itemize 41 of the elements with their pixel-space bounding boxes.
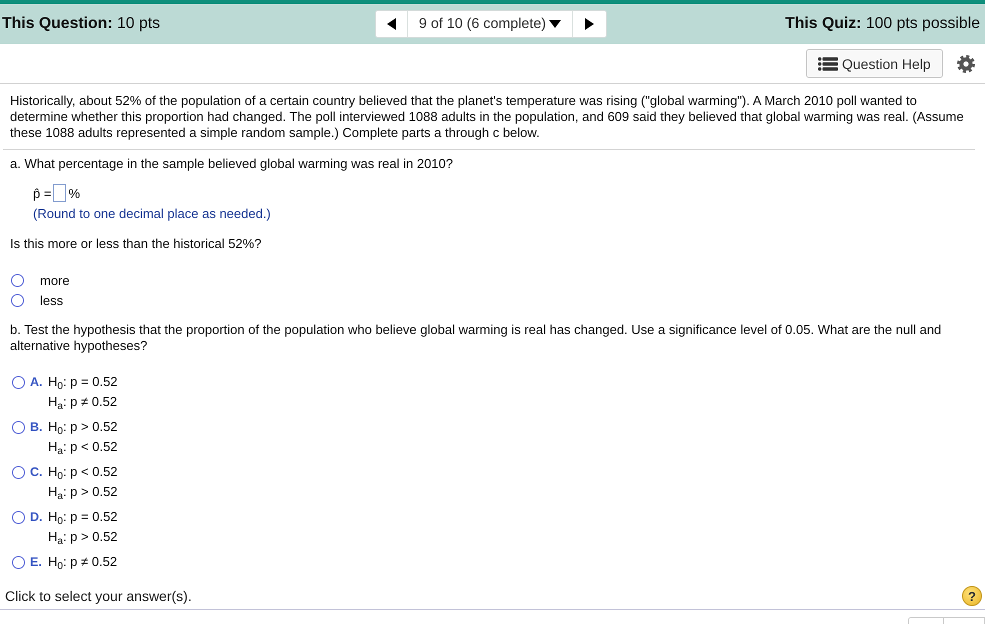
option-letter[interactable]: A. xyxy=(30,372,48,392)
hypothesis-text[interactable]: H$_{a}$: p < 0.52 xyxy=(48,437,118,457)
option-letter[interactable]: B. xyxy=(30,417,48,437)
hypothesis-text[interactable]: H$_{a}$: p > 0.52 xyxy=(48,527,118,547)
instruction-text: Click to select your answer(s). xyxy=(5,588,192,604)
triangle-left-icon xyxy=(387,18,396,30)
settings-icon[interactable] xyxy=(957,54,975,72)
part-a-followup: Is this more or less than the historical 52%? xyxy=(10,236,262,251)
quiz-points: This Quiz: 100 pts possible xyxy=(785,15,980,33)
hypothesis-text[interactable]: H$_{0}$: p ≠ 0.52 xyxy=(48,552,118,572)
rounding-hint: (Round to one decimal place as needed.) xyxy=(33,206,272,222)
p-hat-label: p̂ = xyxy=(33,186,52,200)
part-a-question: a. What percentage in the sample believed global warming was real in 2010? xyxy=(10,156,454,171)
help-button[interactable]: ? xyxy=(962,586,982,606)
option-label[interactable]: less xyxy=(40,292,64,308)
option-letter[interactable]: D. xyxy=(30,507,48,527)
radio-button[interactable] xyxy=(11,294,24,306)
hypothesis-text[interactable]: H$_{0}$: p < 0.52 xyxy=(48,462,118,482)
option-letter[interactable]: E. xyxy=(30,552,48,572)
radio-button[interactable] xyxy=(12,376,25,389)
list-icon xyxy=(818,56,838,70)
percent-sign: % xyxy=(68,186,80,200)
radio-button[interactable] xyxy=(12,556,25,569)
radio-button[interactable] xyxy=(11,274,24,286)
option-label[interactable]: more xyxy=(40,272,70,288)
radio-button[interactable] xyxy=(12,421,25,434)
triangle-right-icon xyxy=(585,18,594,30)
radio-button[interactable] xyxy=(12,511,25,524)
radio-button[interactable] xyxy=(12,466,25,479)
part-b-question: b. Test the hypothesis that the proportion of the population who believe global warming is real has changed. Use a significance level of 0.05. What are the null and alternative hypotheses? xyxy=(10,322,942,354)
hypothesis-text[interactable]: H$_{a}$: p > 0.52 xyxy=(48,482,118,502)
question-help-button[interactable]: Question Help xyxy=(806,49,943,78)
question-points: This Question: 10 pts xyxy=(2,15,160,33)
hypothesis-text[interactable]: H$_{0}$: p = 0.52 xyxy=(48,507,118,527)
option-letter[interactable]: C. xyxy=(30,462,48,482)
hypothesis-text[interactable]: H$_{a}$: p ≠ 0.52 xyxy=(48,392,118,412)
answer-box[interactable] xyxy=(53,184,66,202)
hypothesis-text[interactable]: H$_{0}$: p = 0.52 xyxy=(48,372,118,392)
caret-down-icon xyxy=(549,20,562,28)
hypothesis-text[interactable]: H$_{0}$: p > 0.52 xyxy=(48,417,118,437)
question-text: Historically, about 52% of the population of a certain country believed that the planet's temperature was rising ("global warming"). A March 2010 poll wanted to determine whether this proportion had changed. The poll interviewed 1088 adults in the population, and 609 said they believed that global warming was real. (Assume these 1088 adults represented a simple random sample.) Complete parts a through c below. xyxy=(10,93,965,141)
